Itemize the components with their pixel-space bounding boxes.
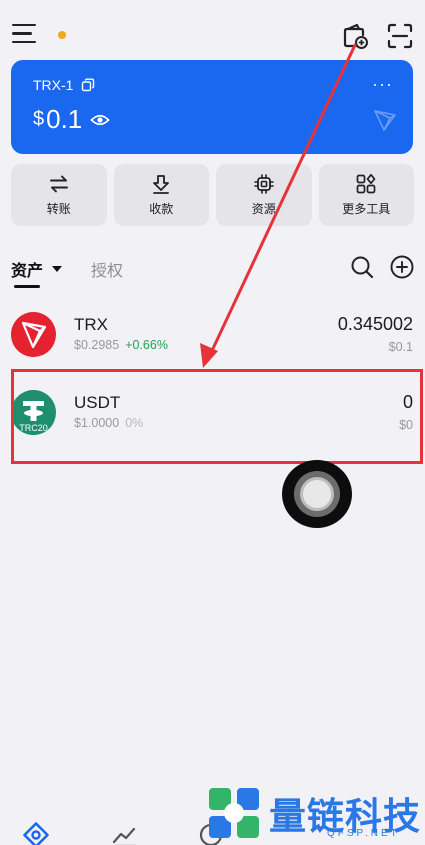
caret-down-icon xyxy=(52,266,63,272)
currency-symbol: $ xyxy=(33,108,45,130)
action-bar: 转账 收款 资源 更多工具 xyxy=(11,164,414,226)
token-row-usdt[interactable]: TRC20 USDT $1.0000 0% 0 $0 xyxy=(0,378,425,458)
token-price: $1.0000 xyxy=(74,416,120,430)
watermark-sub: QFSP.NET xyxy=(327,828,400,839)
token-price: $0.2985 xyxy=(74,338,120,352)
wallet-balance: 0.1 xyxy=(46,104,83,134)
asset-tabs: 资产 授权 xyxy=(11,255,414,289)
scan-icon[interactable] xyxy=(386,22,414,50)
token-amount: 0.345002 xyxy=(337,314,413,334)
nav-wallet-icon[interactable] xyxy=(23,822,49,845)
floating-assist-button[interactable] xyxy=(282,460,352,528)
watermark-logo-icon xyxy=(209,788,259,838)
tab-assets[interactable]: 资产 xyxy=(11,257,63,281)
wallet-card[interactable]: TRX-1 $ 0.1 ··· xyxy=(11,60,413,154)
token-symbol: USDT xyxy=(74,393,121,412)
top-bar xyxy=(0,0,425,60)
token-symbol: TRX xyxy=(74,315,108,334)
grid-icon xyxy=(356,173,376,194)
more-tools-label: 更多工具 xyxy=(342,202,391,216)
search-icon[interactable] xyxy=(350,255,374,279)
copy-icon[interactable] xyxy=(81,78,95,92)
wallet-name-row: TRX-1 xyxy=(33,77,95,93)
tab-actions xyxy=(350,255,414,279)
watermark: 量链科技 QFSP.NET xyxy=(203,782,425,845)
token-amount: 0 xyxy=(402,392,413,412)
add-token-icon[interactable] xyxy=(390,255,414,279)
resources-label: 资源 xyxy=(251,202,276,216)
token-row-trx[interactable]: TRX $0.2985 +0.66% 0.345002 $0.1 xyxy=(0,300,425,380)
tab-underline xyxy=(14,285,40,288)
token-value: $0 xyxy=(399,418,413,432)
add-wallet-icon[interactable] xyxy=(341,22,369,50)
more-tools-button[interactable]: 更多工具 xyxy=(318,164,414,226)
receive-button[interactable]: 收款 xyxy=(113,164,209,226)
transfer-label: 转账 xyxy=(46,202,71,216)
nav-market-icon[interactable] xyxy=(112,822,138,845)
trx-logo-icon xyxy=(11,312,56,357)
balance-row: $ 0.1 xyxy=(33,104,110,135)
token-price-row: $1.0000 0% xyxy=(74,416,143,430)
wallet-name: TRX-1 xyxy=(33,77,74,93)
trc20-badge: TRC20 xyxy=(19,423,48,433)
receive-icon xyxy=(153,175,170,194)
tab-assets-label: 资产 xyxy=(11,263,44,280)
tab-authorization[interactable]: 授权 xyxy=(91,257,123,281)
tron-watermark-icon xyxy=(374,110,396,131)
resources-button[interactable]: 资源 xyxy=(216,164,312,226)
transfer-button[interactable]: 转账 xyxy=(11,164,107,226)
token-price-row: $0.2985 +0.66% xyxy=(74,338,168,352)
token-change: 0% xyxy=(125,416,144,430)
usdt-logo-icon: TRC20 xyxy=(11,390,56,435)
transfer-icon xyxy=(49,175,68,193)
chip-icon xyxy=(253,174,274,194)
notification-dot xyxy=(58,31,66,39)
floating-core xyxy=(300,477,334,511)
eye-icon[interactable] xyxy=(90,113,110,127)
token-change: +0.66% xyxy=(125,338,168,352)
menu-icon[interactable] xyxy=(12,24,36,46)
receive-label: 收款 xyxy=(149,202,174,216)
token-value: $0.1 xyxy=(388,340,413,354)
more-icon[interactable]: ··· xyxy=(372,74,393,95)
